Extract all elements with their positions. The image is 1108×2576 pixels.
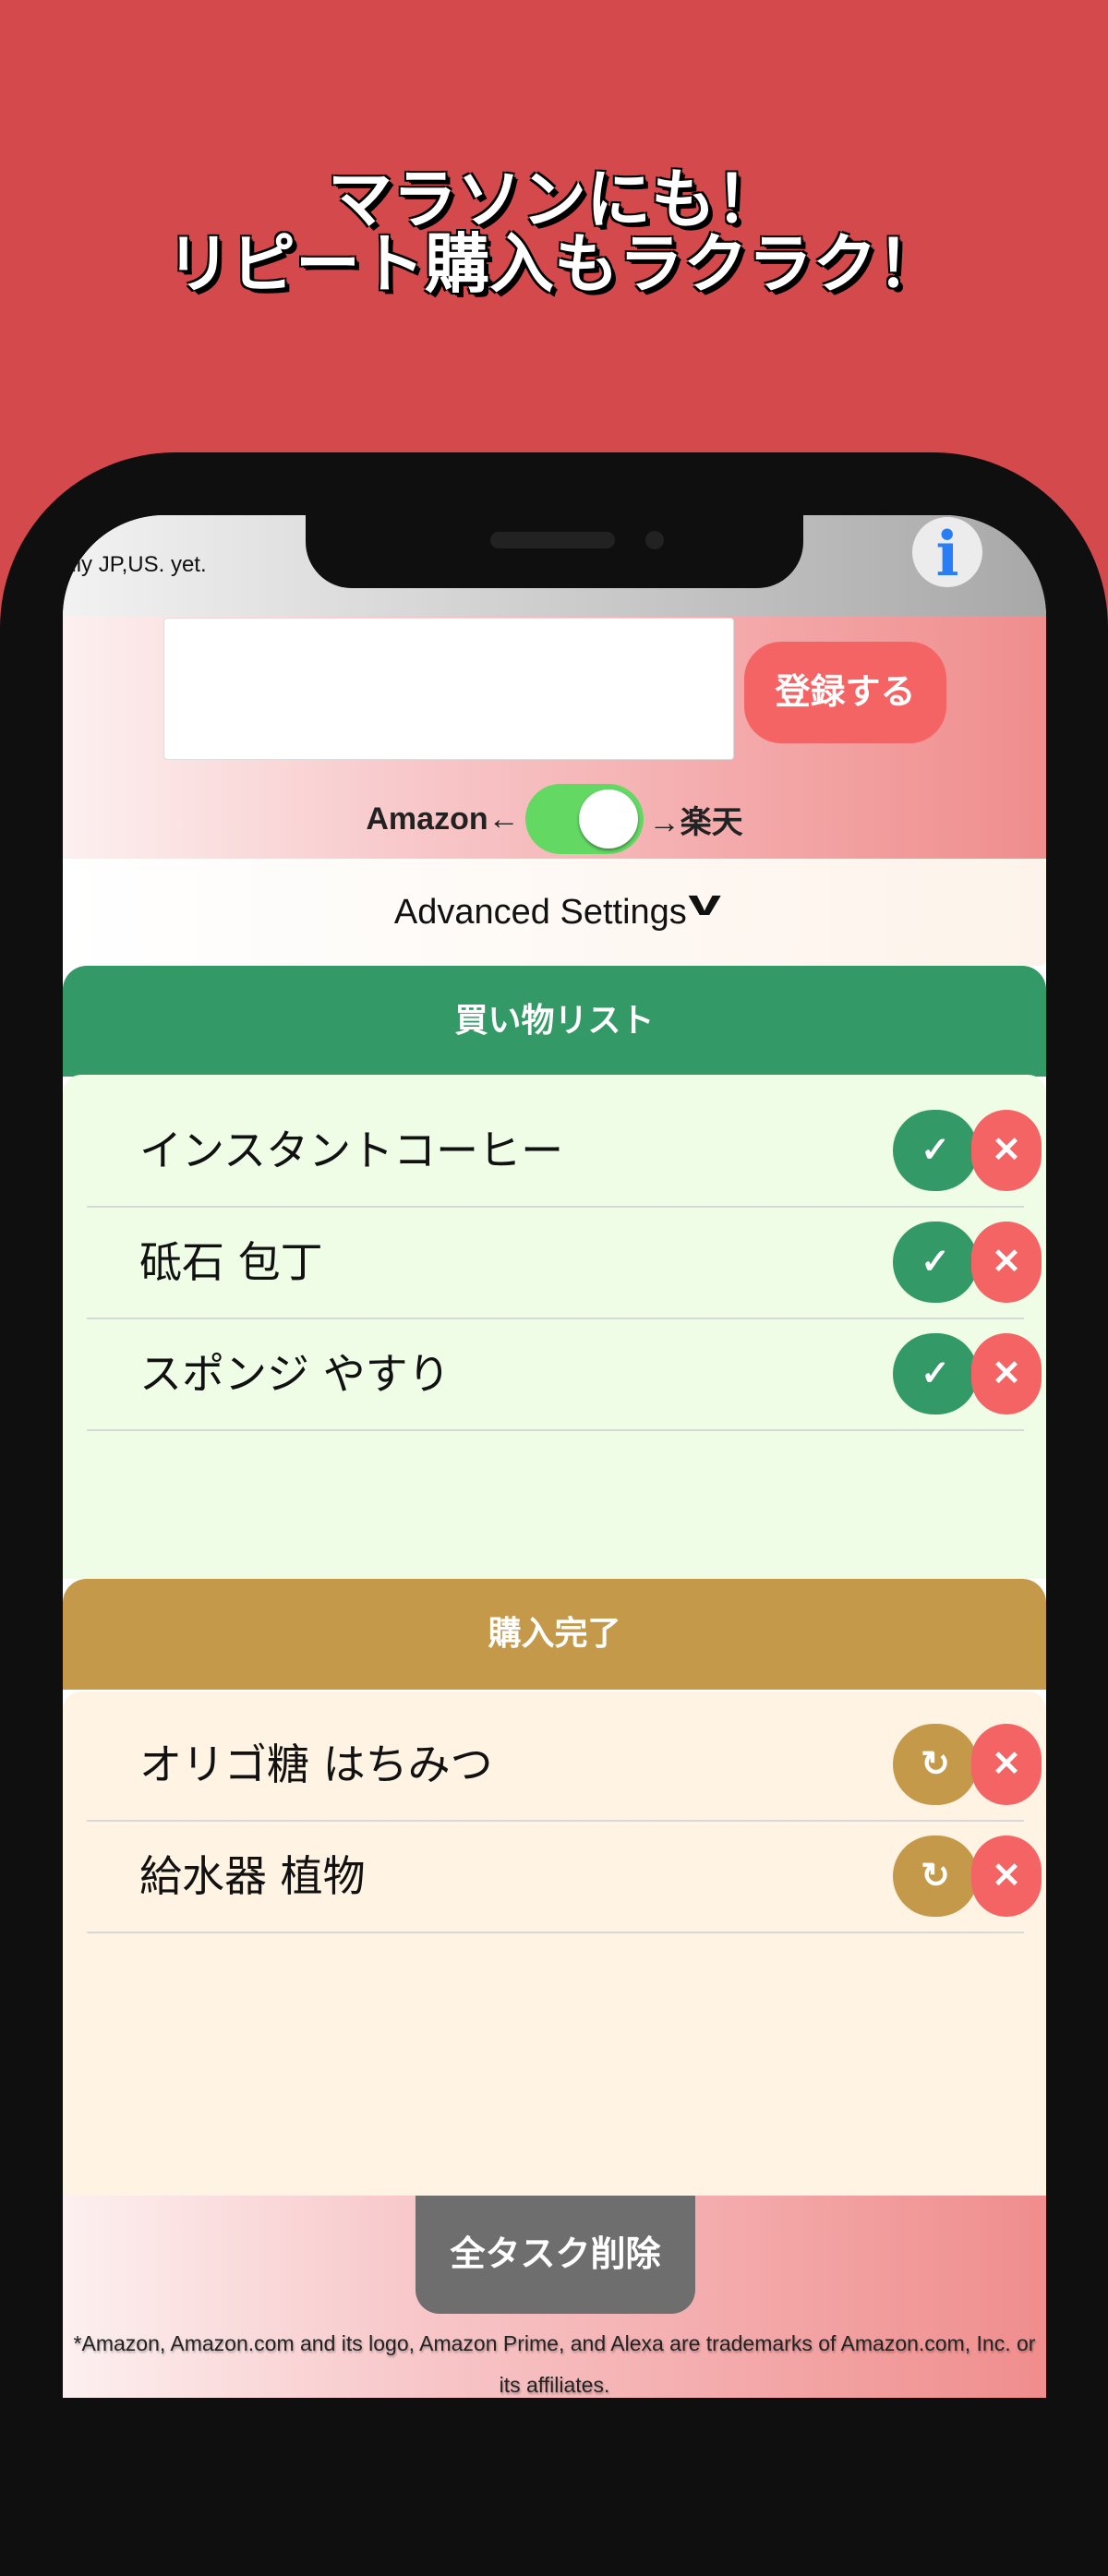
list-item: インスタントコーヒー ✓ ✕ xyxy=(87,1096,1042,1208)
advanced-settings-toggle[interactable]: Advanced Settings v xyxy=(63,859,1046,966)
list-item: スポンジ やすり ✓ ✕ xyxy=(87,1319,1042,1431)
purchased-header: 購入完了 xyxy=(63,1579,1046,1690)
check-icon[interactable]: ✓ xyxy=(893,1110,978,1191)
store-toggle[interactable] xyxy=(524,784,644,854)
item-label: インスタントコーヒー xyxy=(139,1125,564,1175)
footer: 全タスク削除 *Amazon, Amazon.com and its logo,… xyxy=(63,2196,1046,2398)
chevron-down-icon: v xyxy=(688,882,721,923)
item-label: スポンジ やすり xyxy=(139,1349,451,1399)
purchased-list: オリゴ糖 はちみつ ↻ ✕ 給水器 植物 ↻ ✕ xyxy=(63,1691,1046,2196)
phone-notch xyxy=(306,515,803,588)
advanced-settings-label: Advanced Settings xyxy=(393,892,687,932)
item-label: 給水器 植物 xyxy=(139,1851,366,1901)
close-icon[interactable]: ✕ xyxy=(971,1222,1042,1303)
item-label: 砥石 包丁 xyxy=(139,1237,323,1287)
region-note: only JP,US. yet. xyxy=(63,552,207,577)
shopping-list: インスタントコーヒー ✓ ✕ 砥石 包丁 ✓ ✕ スポンジ やすり ✓ ✕ xyxy=(63,1075,1046,1579)
trademark-notice: *Amazon, Amazon.com and its logo, Amazon… xyxy=(73,2331,1036,2397)
register-button[interactable]: 登録する xyxy=(744,642,946,743)
close-icon[interactable]: ✕ xyxy=(971,1110,1042,1191)
item-input[interactable] xyxy=(163,618,734,760)
speaker xyxy=(490,532,615,548)
delete-all-button[interactable]: 全タスク削除 xyxy=(416,2196,695,2314)
list-item: 給水器 植物 ↻ ✕ xyxy=(87,1822,1042,1933)
close-icon[interactable]: ✕ xyxy=(971,1724,1042,1805)
amazon-label: Amazon← xyxy=(366,800,520,837)
item-label: オリゴ糖 はちみつ xyxy=(139,1739,493,1789)
undo-icon[interactable]: ↻ xyxy=(893,1724,978,1805)
promo-line-1: マラソンにも！ xyxy=(328,162,780,237)
list-item: 砥石 包丁 ✓ ✕ xyxy=(87,1208,1042,1319)
undo-icon[interactable]: ↻ xyxy=(893,1836,978,1917)
toggle-knob xyxy=(578,789,638,849)
check-icon[interactable]: ✓ xyxy=(893,1333,978,1414)
close-icon[interactable]: ✕ xyxy=(971,1836,1042,1917)
app-screen: only JP,US. yet. i 登録する Amazon← →楽天 Adva… xyxy=(63,515,1046,2398)
camera xyxy=(645,531,664,549)
info-icon[interactable]: i xyxy=(912,517,982,590)
close-icon[interactable]: ✕ xyxy=(971,1333,1042,1414)
shopping-list-header: 買い物リスト xyxy=(63,966,1046,1077)
check-icon[interactable]: ✓ xyxy=(893,1222,978,1303)
list-item: オリゴ糖 はちみつ ↻ ✕ xyxy=(87,1710,1042,1822)
rakuten-label: →楽天 xyxy=(648,804,743,840)
input-area: 登録する Amazon← →楽天 xyxy=(63,616,1046,859)
store-toggle-row: Amazon← →楽天 xyxy=(63,784,1046,854)
promo-line-2: リピート購入もラクラク！ xyxy=(166,226,942,302)
